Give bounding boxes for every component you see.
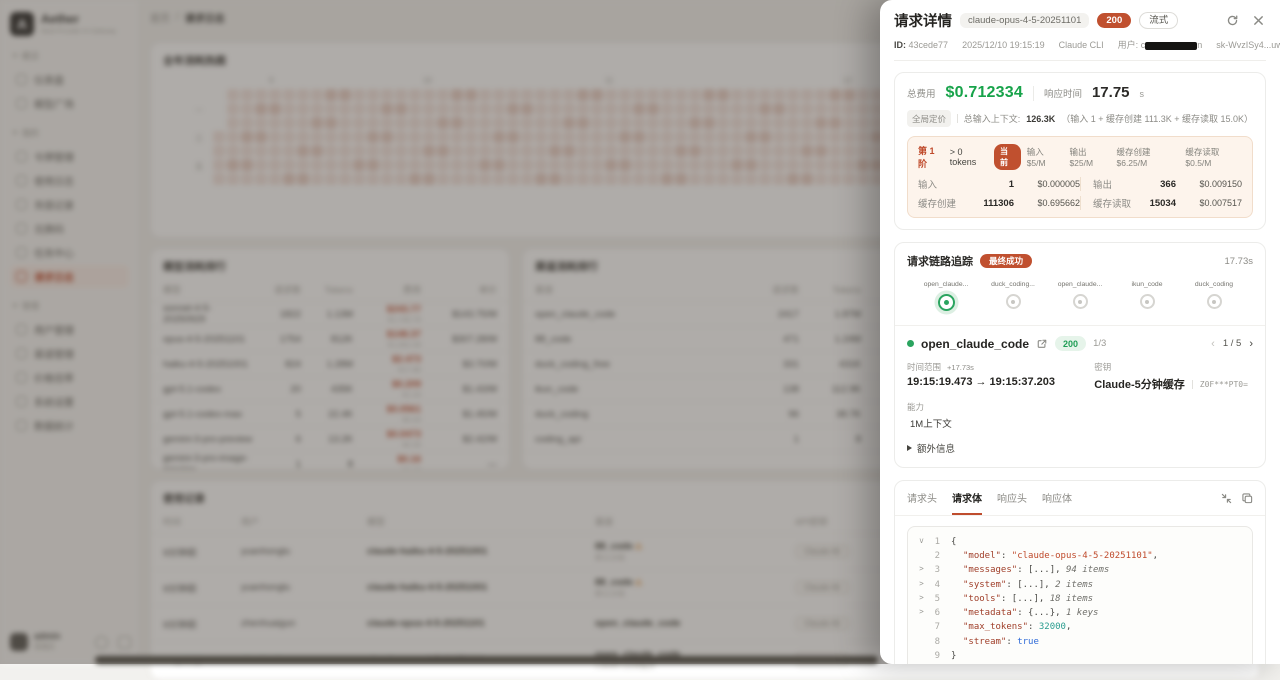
fold-toggle-icon[interactable]: > [916,563,927,577]
pricing-scope-badge: 全局定价 [907,110,951,127]
tier-rates: 输入 $5/M 输出 $25/M 缓存创建 $6.25/M 缓存读取 $0.5/… [1027,146,1242,168]
redacted-username [1145,42,1197,50]
trace-node-circle-icon [938,294,955,311]
code-line: >4"system": [...], 2 items [916,578,1244,592]
tier-token-cell: 输入1$0.000005 [918,177,1080,191]
total-cost-value: $0.712334 [946,84,1023,102]
trace-node-duck_coding...[interactable]: duck_coding... [988,281,1038,311]
fold-spacer [916,649,927,663]
code-line: >3"messages": [...], 94 items [916,563,1244,577]
response-time-value: 17.75 [1092,84,1130,101]
extra-info-toggle[interactable]: 额外信息 [907,441,1253,455]
fold-toggle-icon[interactable]: v [916,535,927,549]
code-line: 7"max_tokens": 32000, [916,620,1244,634]
cost-card: 总费用 $0.712334 响应时间 17.75 s 全局定价 总输入上下文:1… [894,72,1266,230]
code-line: v1{ [916,535,1244,549]
trace-node-open_claude...[interactable]: open_claude... [1055,281,1105,311]
tier-token-cell: 缓存读取15034$0.007517 [1080,196,1242,210]
pricing-tier-card: 第 1 阶 > 0 tokens 当前 输入 $5/M 输出 $25/M 缓存创… [907,136,1253,218]
trace-title: 请求链路追踪 [907,253,973,269]
code-line: 9} [916,649,1244,663]
request-user: 用户: cn [1118,38,1203,51]
request-meta: ID: 43cede77 2025/12/10 19:15:19 Claude … [894,38,1266,51]
trace-node-circle-icon [1207,294,1222,309]
current-tier-badge: 当前 [994,144,1021,170]
trace-node-circle-icon [1073,294,1088,309]
context-summary: 全局定价 总输入上下文:126.3K （输入 1 + 缓存创建 111.3K +… [895,108,1265,136]
tier-range: > 0 tokens [950,147,988,167]
code-line: >6"metadata": {...}, 1 keys [916,606,1244,620]
request-time: 2025/12/10 19:15:19 [962,40,1045,50]
tab-request-body[interactable]: 请求体 [952,490,982,515]
payload-tabs: 请求头 请求体 响应头 响应体 [895,481,1265,516]
client-name: Claude CLI [1059,40,1104,50]
tier-token-cell: 输出366$0.009150 [1080,177,1242,191]
collapse-json-icon[interactable] [1221,493,1232,504]
request-id: 43cede77 [909,40,949,50]
fold-spacer [916,549,927,563]
trace-card: 请求链路追踪 最终成功 17.73s open_claude... duck_co… [894,242,1266,468]
json-viewer[interactable]: v1{2"model": "claude-opus-4-5-20251101",… [907,526,1253,664]
status-badge: 200 [1097,13,1131,29]
step-capability: 能力 1M上下文 [907,401,1094,430]
pager-next-icon[interactable]: › [1249,338,1253,350]
refresh-icon[interactable] [1224,13,1240,29]
trace-step-detail: open_claude_code 200 1/3 ‹ 1 / 5 › 时间范围+… [895,326,1265,467]
fold-toggle-icon[interactable]: > [916,606,927,620]
tab-request-headers[interactable]: 请求头 [907,490,937,515]
step-attempt: 1/3 [1093,338,1106,349]
expand-arrow-icon [907,445,912,451]
drawer-title: 请求详情 [894,10,952,31]
external-link-icon[interactable] [1036,338,1048,350]
trace-node-circle-icon [1006,294,1021,309]
trace-node-open_claude...[interactable]: open_claude... [921,281,971,311]
key-masked-value: Z0F***PT0= [1200,380,1248,389]
tab-response-body[interactable]: 响应体 [1042,490,1072,515]
code-line: 2"model": "claude-opus-4-5-20251101", [916,549,1244,563]
step-name: open_claude_code [921,337,1029,351]
close-icon[interactable] [1250,13,1266,29]
step-status-badge: 200 [1055,336,1086,351]
stream-badge: 流式 [1139,12,1178,29]
code-line: >5"tools": [...], 18 items [916,592,1244,606]
tier-name: 第 1 阶 [918,144,944,170]
response-time-label: 响应时间 [1044,86,1082,100]
fold-spacer [916,620,927,634]
copy-icon[interactable] [1242,493,1253,504]
drawer-header: 请求详情 claude-opus-4-5-20251101 200 流式 ID:… [880,0,1280,61]
trace-nodes: open_claude... duck_coding... open_claude.… [895,273,1265,326]
step-status-dot [907,340,914,347]
trace-status-badge: 最终成功 [980,254,1032,269]
tier-token-cell: 缓存创建111306$0.695662 [918,196,1080,210]
payload-card: 请求头 请求体 响应头 响应体 v1{2"model": "claude-opu… [894,480,1266,664]
total-cost-label: 总费用 [907,86,936,100]
trace-node-circle-icon [1140,294,1155,309]
fold-spacer [916,635,927,649]
step-time-range: 时间范围+17.73s 19:15:19.473 → 19:15:37.203 [907,361,1094,392]
step-pager: ‹ 1 / 5 › [1211,338,1253,350]
trace-duration: 17.73s [1224,256,1253,267]
request-detail-drawer: 请求详情 claude-opus-4-5-20251101 200 流式 ID:… [880,0,1280,664]
fold-toggle-icon[interactable]: > [916,578,927,592]
trace-node-ikun_code[interactable]: ikun_code [1122,281,1172,311]
model-badge: claude-opus-4-5-20251101 [960,13,1089,29]
step-key: 密钥 Claude-5分钟缓存 Z0F***PT0= [1094,361,1253,392]
id-label: ID: [894,40,906,50]
tier-token-grid: 输入1$0.000005输出366$0.009150缓存创建111306$0.6… [918,177,1242,210]
api-key-masked: sk-WvzISy4...uwgB [1216,40,1280,50]
trace-node-duck_coding[interactable]: duck_coding [1189,281,1239,311]
fold-toggle-icon[interactable]: > [916,592,927,606]
code-line: 8"stream": true [916,635,1244,649]
pager-prev-icon[interactable]: ‹ [1211,338,1215,350]
response-time-unit: s [1140,89,1145,99]
tab-response-headers[interactable]: 响应头 [997,490,1027,515]
pager-position: 1 / 5 [1223,338,1242,349]
